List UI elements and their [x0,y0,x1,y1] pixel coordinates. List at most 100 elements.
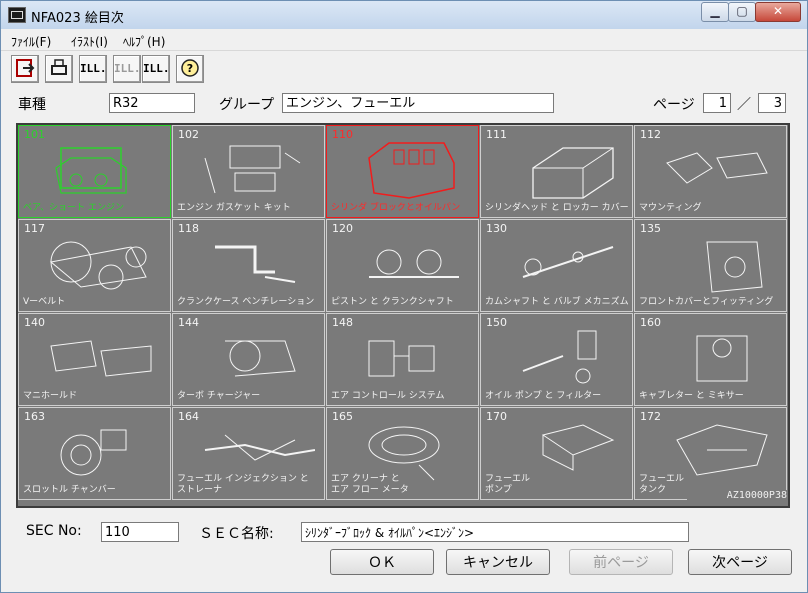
cell-number: 160 [640,316,661,329]
cell-number: 118 [178,222,199,235]
illustration-cell-160[interactable]: 160 キャブレター と ミキサー [634,313,787,406]
page-total-field: 3 [758,93,786,113]
sec-name-field[interactable]: ｼﾘﾝﾀﾞｰﾌﾞﾛｯｸ & ｵｲﾙﾊﾟﾝ<ｴﾝｼﾞﾝ> [301,522,689,542]
exit-icon [16,59,35,77]
part-illustration-icon [368,426,440,481]
menu-help[interactable]: ﾍﾙﾌﾟ(H) [123,33,165,50]
part-illustration-icon [522,246,614,278]
illust-button[interactable]: ILL. [79,55,107,83]
illustration-cell-163[interactable]: 163 スロットル チャンバー [18,407,171,500]
part-illustration-icon [55,147,127,194]
menu-file[interactable]: ﾌｧｲﾙ(F) [11,33,51,50]
illustration-cell-130[interactable]: 130 カムシャフト と バルブ メカニズム [480,219,633,312]
next-page-button[interactable]: 次ページ [688,549,792,575]
cell-number: 164 [178,410,199,423]
part-illustration-icon [676,424,768,476]
sec-name-label: ＳＥＣ名称: [199,526,274,542]
illustration-cell-117[interactable]: 117 Vーベルト [18,219,171,312]
illustration-cell-101[interactable]: 101 ベア、ショート エンジン [18,125,171,218]
cell-name: フューエル インジェクション と ストレーナ [177,474,309,495]
cell-name: マニホールド [23,391,78,401]
svg-text:?: ? [187,62,193,75]
cell-name: クランクケース ベンチレーション [177,297,315,307]
print-button[interactable] [45,55,73,83]
cell-number: 102 [178,128,199,141]
toolbar: ILL. ILL. ILL. ? [1,51,807,89]
main-window: NFA023 絵目次 ▁ ▢ ✕ ﾌｧｲﾙ(F) ｲﾗｽﾄ(I) ﾍﾙﾌﾟ(H)… [0,0,808,593]
cell-number: 144 [178,316,199,329]
part-illustration-icon [49,241,147,290]
part-illustration-icon [522,330,597,384]
app-icon [8,7,26,23]
minimize-button[interactable]: ▁ [701,2,729,22]
car-field[interactable]: R32 [109,93,195,113]
part-illustration-icon [369,249,459,278]
illustration-cell-118[interactable]: 118 クランクケース ベンチレーション [172,219,325,312]
illustration-cell-111[interactable]: 111 シリンダヘッド と ロッカー カバー [480,125,633,218]
part-illustration-icon [204,145,301,194]
menu-bar: ﾌｧｲﾙ(F) ｲﾗｽﾄ(I) ﾍﾙﾌﾟ(H) [1,30,807,51]
part-illustration-icon [541,424,615,471]
illustration-cell-165[interactable]: 165 エア クリーナ と エア フロー メータ [326,407,479,500]
sec-no-label: SEC No: [26,523,82,539]
illustration-cell-148[interactable]: 148 エア コントロール システム [326,313,479,406]
illustration-cell-120[interactable]: 120 ピストン と クランクシャフト [326,219,479,312]
page-current-field[interactable]: 1 [703,93,731,113]
illustration-cell-164[interactable]: 164 フューエル インジェクション と ストレーナ [172,407,325,500]
cell-name: フューエル タンク [639,474,685,495]
cell-name: マウンティング [639,203,702,213]
part-illustration-icon [60,429,127,476]
cell-number: 110 [332,128,353,141]
part-illustration-icon [368,340,435,377]
cell-name: フロントカバーとフィッティング [639,297,774,307]
maximize-button[interactable]: ▢ [728,2,756,22]
illustration-cell-150[interactable]: 150 オイル ポンプ と フィルター [480,313,633,406]
menu-illust[interactable]: ｲﾗｽﾄ(I) [71,33,108,50]
illustration-grid: 101 ベア、ショート エンジン 102 エンジン ガスケット キット 110 シリンダ … [16,123,790,508]
next-illust-button[interactable]: ILL. [142,55,170,83]
part-illustration-icon [706,241,763,293]
page-separator: ／ [737,97,751,113]
prev-page-button[interactable]: 前ページ [569,549,673,575]
illustration-cell-110[interactable]: 110 シリンダ ブロックとオイルパン [326,125,479,218]
cell-number: 101 [24,128,45,141]
illustration-cell-144[interactable]: 144 ターボ チャージャー [172,313,325,406]
exit-button[interactable] [11,55,39,83]
close-button[interactable]: ✕ [755,2,801,22]
window-title: NFA023 絵目次 [31,11,124,26]
part-illustration-icon [368,142,455,199]
cell-name: ターボ チャージャー [177,391,261,401]
cell-number: 135 [640,222,661,235]
cell-name: エア コントロール システム [331,391,445,401]
page-label: ページ [653,97,695,113]
cell-number: 163 [24,410,45,423]
ok-button[interactable]: ＯＫ [330,549,434,575]
part-illustration-icon [204,434,315,461]
illustration-cell-170[interactable]: 170 フューエル ポンプ [480,407,633,500]
cell-number: 117 [24,222,45,235]
illustration-cell-135[interactable]: 135 フロントカバーとフィッティング [634,219,787,312]
cell-name: カムシャフト と バルブ メカニズム [485,297,629,307]
part-illustration-icon [215,245,296,283]
cell-name: オイル ポンプ と フィルター [485,391,602,401]
cell-number: 150 [486,316,507,329]
sec-no-field[interactable]: 110 [101,522,179,542]
cell-number: 165 [332,410,353,423]
cell-number: 120 [332,222,353,235]
cell-name: スロットル チャンバー [23,485,116,495]
help-button[interactable]: ? [176,55,204,83]
part-illustration-icon [50,340,152,377]
prev-illust-button[interactable]: ILL. [113,55,141,83]
illustration-cell-112[interactable]: 112 マウンティング [634,125,787,218]
cell-name: Vーベルト [23,297,66,307]
group-label: グループ [219,97,275,113]
cancel-button[interactable]: キャンセル [446,549,550,575]
part-illustration-icon [225,340,296,377]
group-field[interactable]: エンジン、フューエル [282,93,554,113]
cell-name: フューエル ポンプ [485,474,531,495]
illustration-cell-172[interactable]: 172 フューエル タンク [634,407,787,500]
cell-name: キャブレター と ミキサー [639,391,744,401]
cell-name: ベア、ショート エンジン [23,203,124,213]
illustration-cell-140[interactable]: 140 マニホールド [18,313,171,406]
illustration-cell-102[interactable]: 102 エンジン ガスケット キット [172,125,325,218]
